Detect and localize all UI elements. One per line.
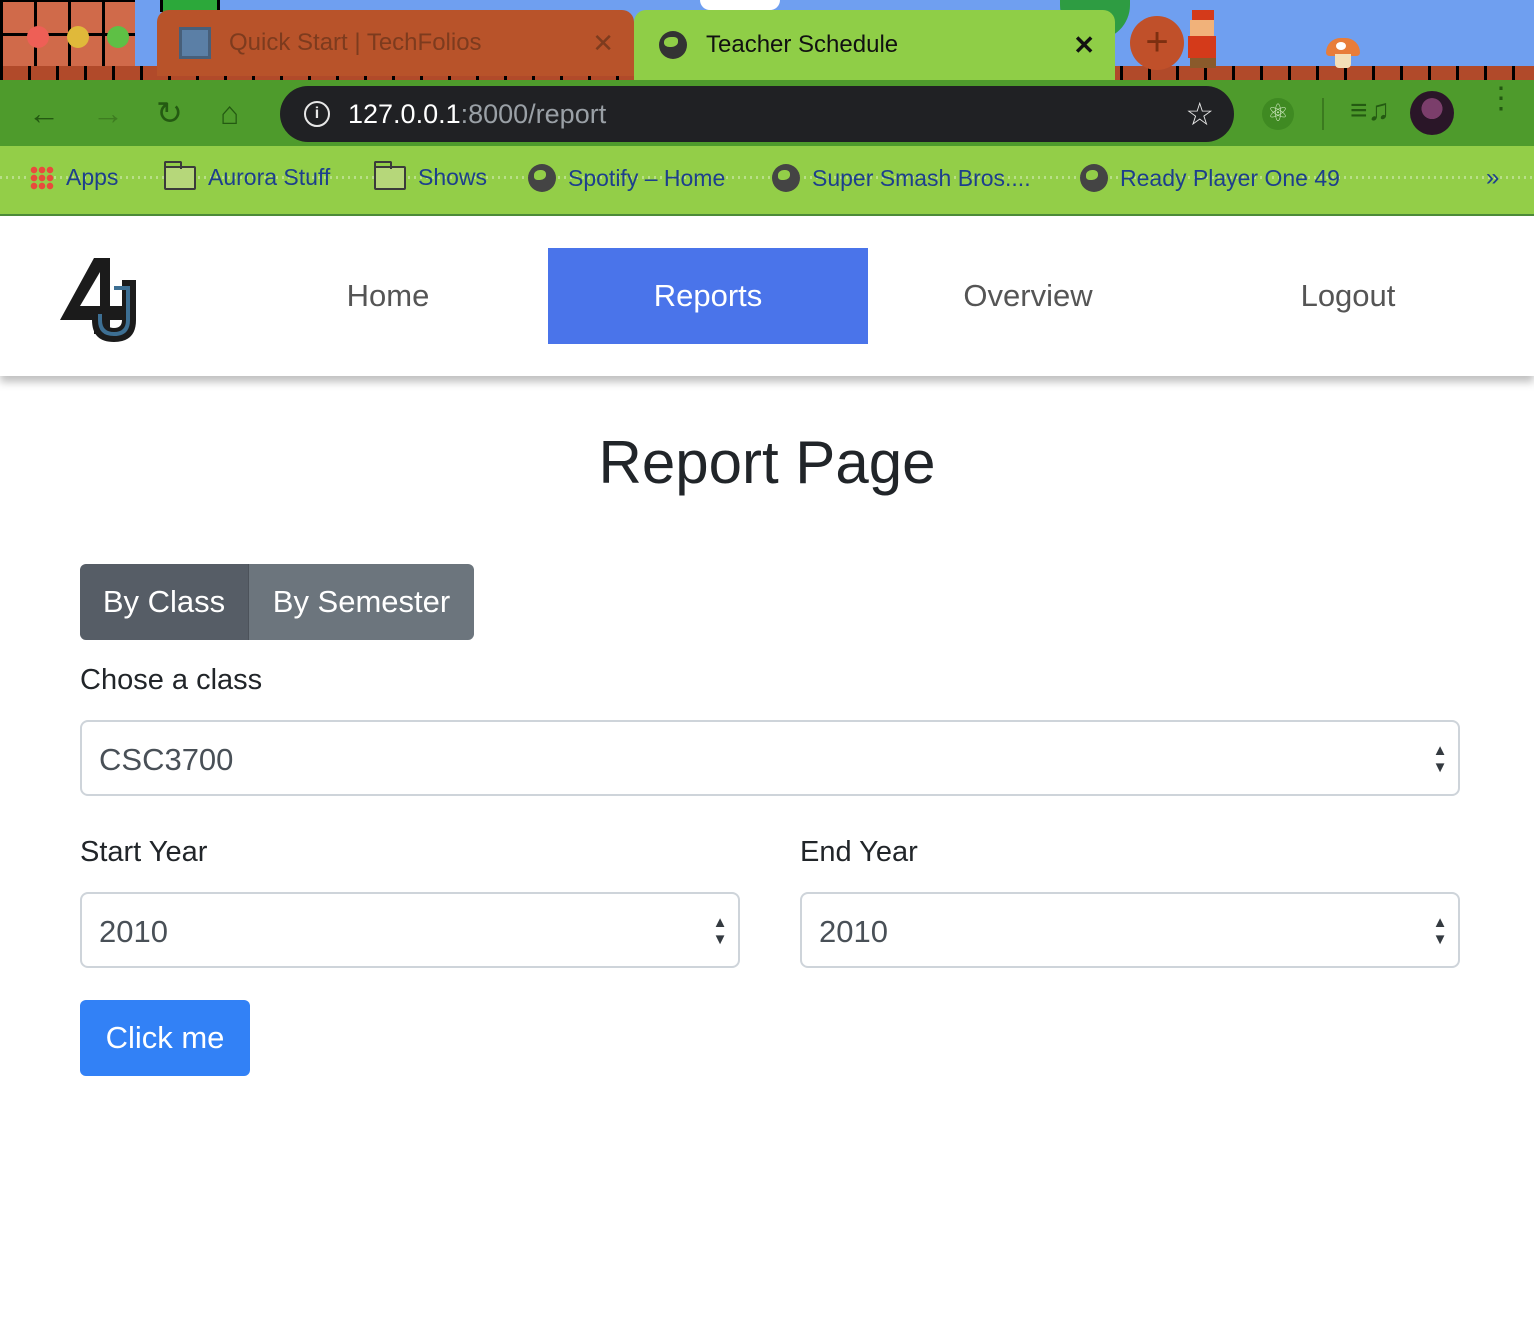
window-close-button[interactable] [27,26,49,48]
globe-icon [772,164,800,192]
toolbar-divider [1322,98,1324,130]
nav-logout[interactable]: Logout [1188,248,1508,344]
forward-arrow-icon[interactable]: → [92,96,124,130]
url-text[interactable]: 127.0.0.1:8000/report [348,99,606,130]
tab-teacher-schedule[interactable]: Teacher Schedule ✕ [634,10,1115,80]
globe-favicon-icon [659,31,687,59]
bookmark-spotify[interactable]: Spotify – Home [528,164,725,192]
bookmark-label: Aurora Stuff [208,164,331,190]
bookmark-star-icon[interactable]: ☆ [1185,95,1214,133]
tab-title: Teacher Schedule [706,31,899,58]
home-icon[interactable]: ⌂ [220,96,239,130]
mushroom-icon [1326,38,1360,68]
reload-icon[interactable]: ↻ [156,96,183,130]
nav-home[interactable]: Home [228,248,548,344]
globe-icon [1080,164,1108,192]
tab-close-icon[interactable]: ✕ [592,28,614,59]
window-minimize-button[interactable] [67,26,89,48]
bookmark-shows[interactable]: Shows [374,160,488,191]
bookmarks-bar: Apps Aurora Stuff Shows Spotify – Home S… [0,146,1534,216]
folder-icon [374,160,406,190]
tab-quick-start[interactable]: Quick Start | TechFolios ✕ [157,10,634,76]
bookmark-label: Apps [66,164,119,190]
nav-overview[interactable]: Overview [868,248,1188,344]
bookmark-label: Shows [418,164,488,190]
end-year-select[interactable]: 2010 ▲ ▼ [800,892,1460,968]
by-semester-button[interactable]: By Semester [249,564,474,640]
address-bar[interactable]: i 127.0.0.1:8000/report ☆ [280,86,1234,142]
page-title: Report Page [598,429,936,496]
tab-close-icon[interactable]: ✕ [1073,30,1095,61]
au-logo[interactable]: AU [50,250,142,346]
nav-reports[interactable]: Reports [548,248,868,344]
bookmark-label: Ready Player One 49 [1120,164,1340,191]
bookmark-apps[interactable]: Apps [30,164,118,191]
browser-tab-strip: Quick Start | TechFolios ✕ Teacher Sched… [0,0,1534,80]
bookmarks-overflow-icon[interactable]: » [1486,164,1499,192]
end-year-label: End Year [800,836,918,868]
start-year-value: 2010 [99,914,168,949]
by-class-button[interactable]: By Class [80,564,249,640]
back-arrow-icon[interactable]: ← [28,96,60,130]
site-navbar: AU Home Reports Overview Logout [0,216,1534,376]
class-select[interactable]: CSC3700 ▲ ▼ [80,720,1460,796]
select-arrows-icon: ▲ ▼ [1432,742,1448,776]
site-info-icon[interactable]: i [304,101,330,127]
folder-icon [164,160,196,190]
class-select-value: CSC3700 [99,742,234,777]
url-host: 127.0.0.1 [348,99,461,129]
techfolios-favicon-icon [179,27,211,59]
bookmark-super-smash-bros[interactable]: Super Smash Bros.... [772,164,1031,192]
class-label: Chose a class [80,664,263,696]
bookmark-label: Super Smash Bros.... [812,164,1031,191]
browser-toolbar: ← → ↻ ⌂ i 127.0.0.1:8000/report ☆ ⚛ ≡♫ ⋮ [0,80,1534,146]
window-zoom-button[interactable] [107,26,129,48]
bookmark-aurora-stuff[interactable]: Aurora Stuff [164,160,331,191]
start-year-select[interactable]: 2010 ▲ ▼ [80,892,740,968]
react-devtools-icon[interactable]: ⚛ [1262,98,1294,130]
bookmark-ready-player-one[interactable]: Ready Player One 49 [1080,164,1340,192]
media-queue-icon[interactable]: ≡♫ [1350,94,1390,128]
bookmark-label: Spotify – Home [568,164,726,191]
profile-avatar[interactable] [1410,91,1454,135]
tab-title: Quick Start | TechFolios [229,29,482,56]
url-path: :8000/report [460,99,607,129]
end-year-value: 2010 [819,914,888,949]
new-tab-button[interactable]: + [1130,16,1184,70]
mario-sprite-icon [1186,10,1220,68]
select-arrows-icon: ▲ ▼ [712,914,728,948]
globe-icon [528,164,556,192]
click-me-button[interactable]: Click me [80,1000,250,1076]
select-arrows-icon: ▲ ▼ [1432,914,1448,948]
menu-dots-icon[interactable]: ⋮ [1486,84,1516,114]
report-mode-toggle: By Class By Semester [80,564,474,640]
start-year-label: Start Year [80,836,208,868]
apps-grid-icon [30,165,54,190]
theme-cloud [700,0,780,10]
logo-text: AU [50,250,52,251]
